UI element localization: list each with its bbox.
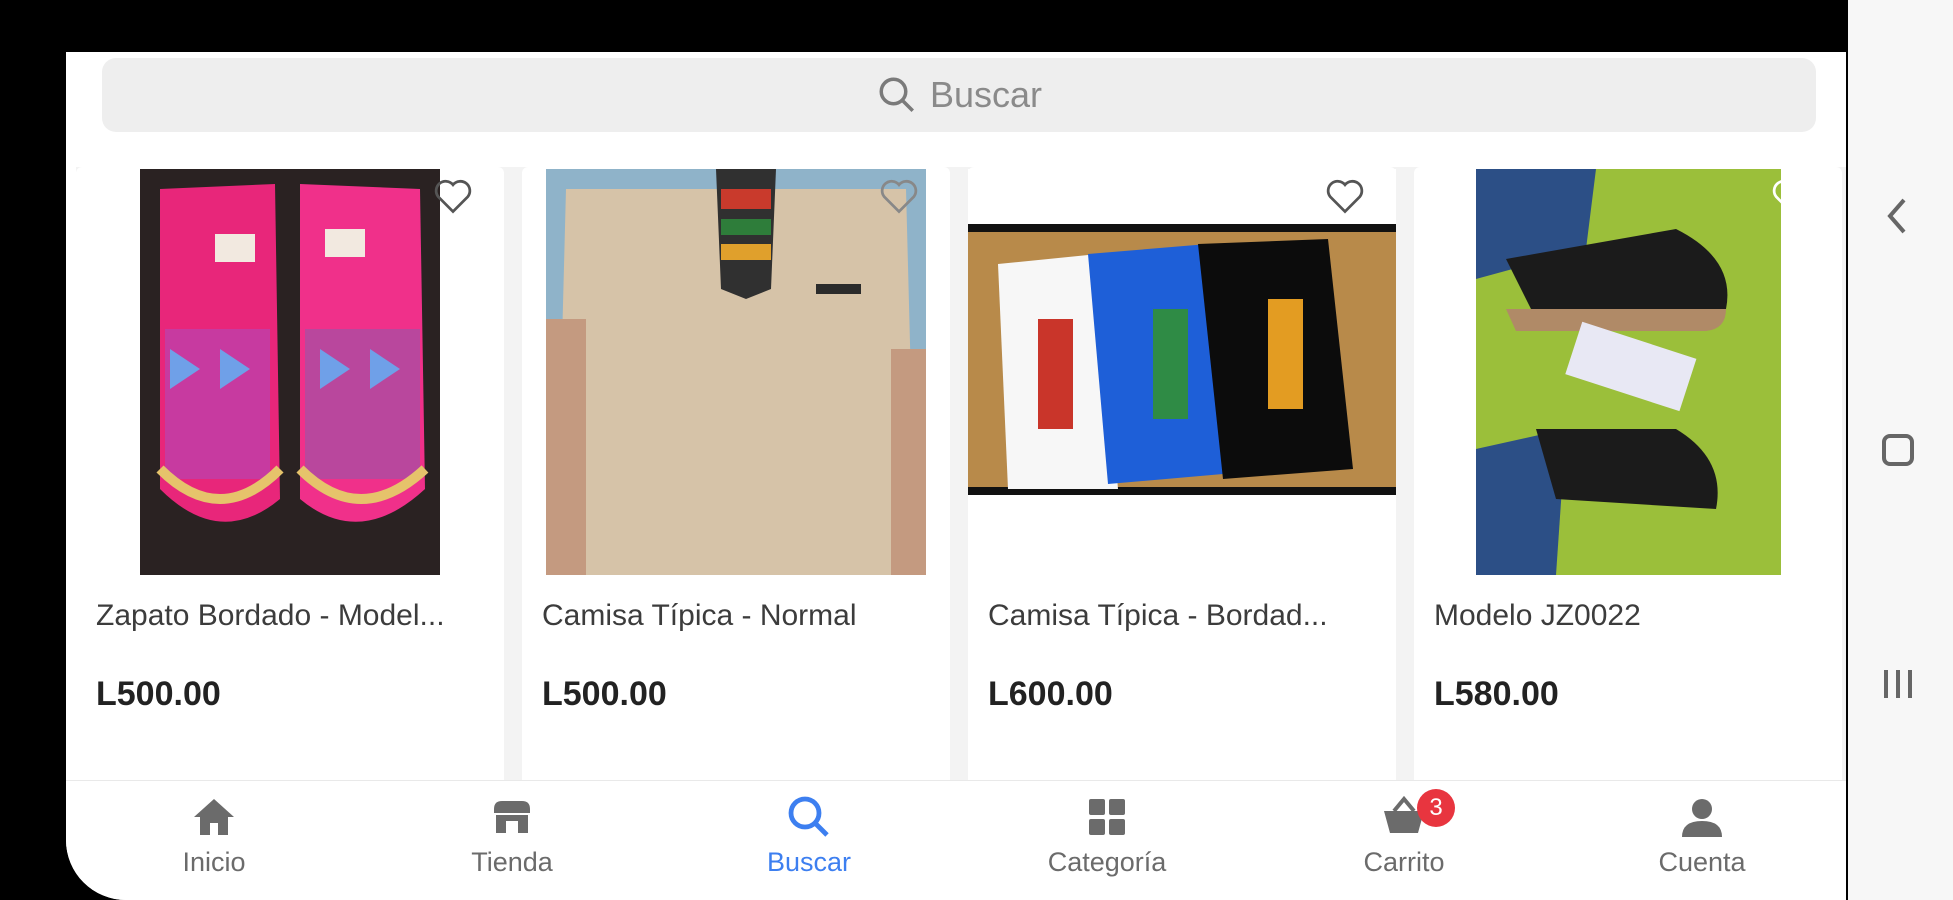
- system-navigation-bar: [1848, 0, 1953, 900]
- product-price: L500.00: [542, 675, 667, 713]
- grid-icon: [1089, 799, 1125, 835]
- product-name[interactable]: Camisa Típica - Bordad...: [988, 599, 1383, 633]
- nav-item-tienda[interactable]: Tienda: [412, 781, 612, 900]
- nav-item-categoria[interactable]: Categoría: [1007, 781, 1207, 900]
- nav-label: Tienda: [471, 847, 553, 877]
- store-icon: [494, 801, 530, 833]
- home-button-icon[interactable]: [1874, 426, 1922, 474]
- product-name[interactable]: Modelo JZ0022: [1434, 599, 1829, 633]
- favorite-heart-icon[interactable]: [1324, 177, 1366, 215]
- nav-label: Buscar: [766, 847, 852, 877]
- favorite-heart-icon[interactable]: [432, 177, 474, 215]
- search-icon: [879, 77, 914, 112]
- product-price: L580.00: [1434, 675, 1559, 713]
- nav-label: Carrito: [1363, 847, 1445, 877]
- product-grid: Zapato Bordado - Model... L500.00 Camisa…: [76, 167, 1846, 813]
- product-image[interactable]: [1414, 169, 1842, 575]
- product-card[interactable]: Camisa Típica - Bordad... L600.00: [968, 167, 1396, 811]
- app-screen: Buscar Zapato Bordado - Model... L500.00…: [66, 52, 1846, 900]
- cart-badge: 3: [1417, 789, 1455, 827]
- product-name[interactable]: Camisa Típica - Normal: [542, 599, 937, 633]
- search-bar[interactable]: Buscar: [102, 58, 1816, 132]
- bottom-navigation: Inicio Tienda Buscar Categoría 3 Carrito…: [66, 780, 1846, 900]
- product-card[interactable]: Zapato Bordado - Model... L500.00: [76, 167, 504, 811]
- back-icon[interactable]: [1874, 192, 1922, 240]
- product-price: L500.00: [96, 675, 221, 713]
- nav-label: Categoría: [1047, 847, 1167, 877]
- product-image[interactable]: [968, 169, 1396, 575]
- home-icon: [194, 799, 234, 835]
- recent-apps-icon[interactable]: [1874, 660, 1922, 708]
- product-card[interactable]: Modelo JZ0022 L580.00: [1414, 167, 1842, 811]
- nav-item-cuenta[interactable]: Cuenta: [1602, 781, 1802, 900]
- search-icon: [788, 796, 829, 837]
- favorite-heart-icon[interactable]: [1770, 177, 1812, 215]
- favorite-heart-icon[interactable]: [878, 177, 920, 215]
- product-image[interactable]: [522, 169, 950, 575]
- product-card[interactable]: Camisa Típica - Normal L500.00: [522, 167, 950, 811]
- nav-label: Inicio: [182, 847, 246, 877]
- search-placeholder: Buscar: [929, 74, 1043, 115]
- product-name[interactable]: Zapato Bordado - Model...: [96, 599, 491, 633]
- nav-item-carrito[interactable]: 3 Carrito: [1304, 781, 1504, 900]
- nav-item-buscar[interactable]: Buscar: [709, 781, 909, 900]
- person-icon: [1682, 799, 1722, 837]
- product-image[interactable]: [76, 169, 504, 575]
- product-price: L600.00: [988, 675, 1113, 713]
- nav-item-inicio[interactable]: Inicio: [114, 781, 314, 900]
- nav-label: Cuenta: [1658, 847, 1746, 877]
